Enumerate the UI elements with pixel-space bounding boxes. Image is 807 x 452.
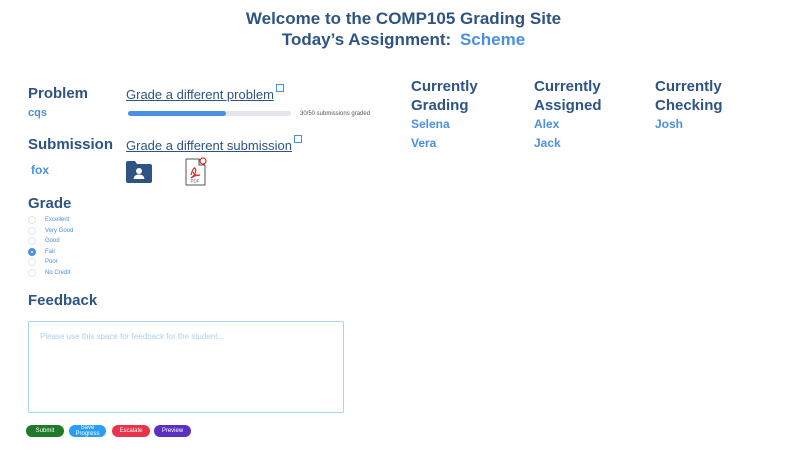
external-link-icon	[293, 135, 302, 143]
grade-option-label: No Credit	[45, 270, 71, 276]
feedback-textarea[interactable]	[28, 321, 344, 413]
grade-option-label: Fair	[45, 248, 56, 255]
problem-label: Problem	[28, 85, 89, 102]
escalate-button[interactable]: Escalate	[112, 425, 150, 437]
save-progress-line2: Progress	[75, 431, 100, 437]
change-submission-link[interactable]: Grade a different submission	[126, 138, 292, 153]
assignee-name: Alex	[534, 117, 560, 131]
assignment-label: Today’s Assignment:	[281, 30, 452, 49]
problem-value: cqs	[28, 107, 47, 119]
welcome-title: Welcome to the COMP105 Grading Site	[245, 9, 562, 28]
change-problem-link[interactable]: Grade a different problem	[126, 87, 274, 102]
assigned-heading-line1: Currently	[534, 78, 601, 95]
assignment-name: Scheme	[459, 30, 526, 49]
assigned-heading-line2: Assigned	[534, 97, 602, 114]
grade-option[interactable]: Very Good	[28, 226, 74, 235]
grading-heading-line1: Currently	[411, 78, 478, 95]
assignment-title: Today’s Assignment: Scheme	[0, 30, 807, 50]
checking-heading-line1: Currently	[655, 78, 722, 95]
pdf-file-icon[interactable]: PDF	[184, 157, 208, 187]
grade-radio[interactable]	[28, 216, 36, 224]
change-submission-link-wrap[interactable]: Grade a different submission	[126, 135, 302, 155]
grade-radio[interactable]	[28, 247, 36, 256]
submit-button[interactable]: Submit	[26, 425, 64, 437]
external-link-icon	[275, 84, 284, 92]
grade-radio[interactable]	[28, 258, 36, 267]
pdf-icon-label: PDF	[191, 179, 200, 184]
grade-option-label: Excellent	[45, 217, 70, 223]
feedback-label: Feedback	[28, 292, 98, 309]
save-progress-button[interactable]: Save Progress	[69, 425, 106, 437]
grade-option[interactable]: Poor	[28, 258, 58, 267]
currently-checking-column: Currently Checking Josh	[655, 77, 723, 131]
change-problem-link-wrap[interactable]: Grade a different problem	[126, 84, 284, 104]
grader-name: Vera	[411, 136, 437, 150]
checking-heading-line2: Checking	[655, 97, 723, 114]
progress-text: 30/50 submissions graded	[300, 111, 371, 117]
checker-name: Josh	[655, 117, 684, 131]
grade-option[interactable]: Fair	[28, 247, 56, 256]
grade-label: Grade	[28, 195, 72, 212]
grade-option-label: Good	[45, 238, 60, 245]
submission-label: Submission	[28, 136, 114, 153]
user-folder-icon[interactable]	[125, 160, 153, 184]
grade-option-label: Very Good	[45, 227, 74, 234]
grade-option-label: Poor	[45, 259, 58, 266]
grader-name: Selena	[411, 117, 450, 131]
currently-assigned-column: Currently Assigned Alex Jack	[534, 77, 602, 150]
grading-heading-line2: Grading	[411, 97, 469, 114]
grade-radio[interactable]	[28, 269, 36, 277]
grading-progress-fill	[128, 111, 226, 116]
grading-progress-bar	[128, 111, 291, 116]
assignee-name: Jack	[534, 136, 561, 150]
currently-grading-column: Currently Grading Selena Vera	[411, 77, 478, 150]
grade-radio[interactable]	[28, 237, 36, 246]
submission-value: fox	[31, 163, 49, 177]
grade-radio[interactable]	[28, 226, 36, 235]
preview-button[interactable]: Preview	[154, 425, 191, 437]
grade-option[interactable]: Good	[28, 237, 60, 246]
grade-option[interactable]: Excellent	[28, 216, 69, 224]
grade-option[interactable]: No Credit	[28, 269, 70, 277]
